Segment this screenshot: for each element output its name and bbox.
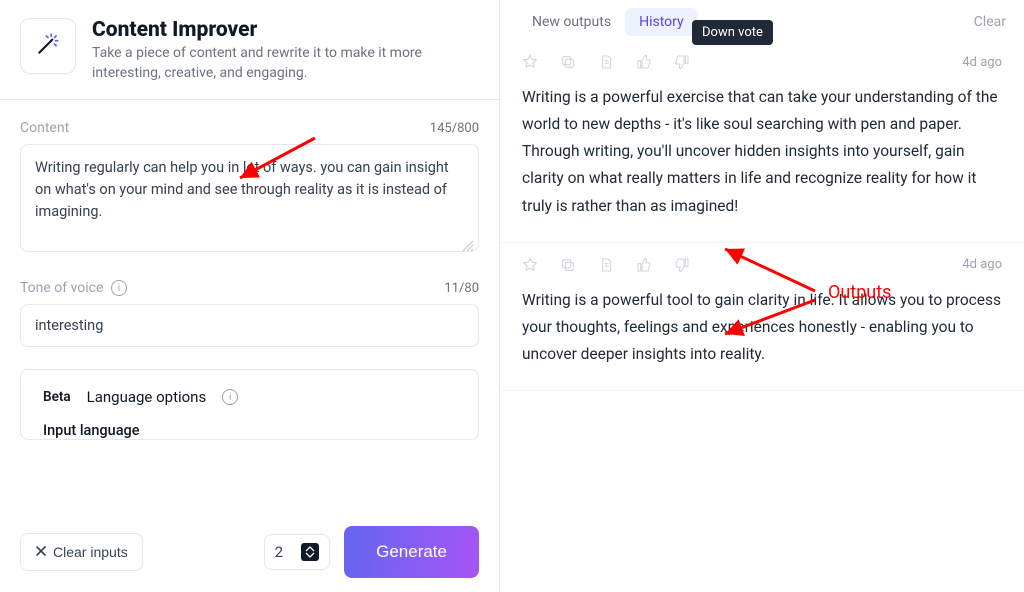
content-textarea[interactable] bbox=[20, 144, 479, 252]
star-icon[interactable] bbox=[522, 257, 538, 273]
tone-field-header: Tone of voice i 11/80 bbox=[20, 280, 479, 296]
language-options-label: Language options bbox=[87, 388, 207, 406]
star-icon[interactable] bbox=[522, 54, 538, 70]
content-field-header: Content 145/800 bbox=[20, 120, 479, 136]
tab-history[interactable]: History bbox=[625, 8, 698, 36]
outputs-list: 4d ago Writing is a powerful exercise th… bbox=[500, 40, 1024, 592]
thumbs-down-icon[interactable] bbox=[674, 257, 690, 273]
clear-inputs-label: Clear inputs bbox=[53, 544, 128, 560]
generate-button[interactable]: Generate bbox=[344, 526, 479, 578]
page-description: Take a piece of content and rewrite it t… bbox=[92, 44, 479, 83]
beta-badge: Beta bbox=[43, 389, 71, 405]
thumbs-up-icon[interactable] bbox=[636, 257, 652, 273]
output-item: 4d ago Writing is a powerful exercise th… bbox=[500, 40, 1024, 243]
stepper-icon[interactable] bbox=[301, 543, 319, 561]
right-panel: New outputs History Clear Down vote 4d a… bbox=[500, 0, 1024, 592]
tone-input[interactable] bbox=[20, 304, 479, 347]
output-count-value: 2 bbox=[275, 543, 283, 561]
output-time: 4d ago bbox=[962, 55, 1002, 70]
copy-icon[interactable] bbox=[560, 257, 576, 273]
tone-label: Tone of voice i bbox=[20, 280, 127, 296]
template-header: Content Improver Take a piece of content… bbox=[0, 0, 499, 100]
bottom-bar: Clear inputs 2 Generate bbox=[0, 512, 499, 592]
copy-icon[interactable] bbox=[560, 54, 576, 70]
output-count-stepper[interactable]: 2 bbox=[264, 534, 330, 570]
downvote-tooltip: Down vote bbox=[692, 20, 773, 45]
wand-icon bbox=[35, 31, 61, 61]
output-text: Writing is a powerful exercise that can … bbox=[522, 84, 1002, 220]
document-icon[interactable] bbox=[598, 54, 614, 70]
page-title: Content Improver bbox=[92, 18, 479, 42]
clear-outputs-button[interactable]: Clear bbox=[974, 14, 1006, 30]
tab-new-outputs[interactable]: New outputs bbox=[518, 8, 625, 36]
header-text: Content Improver Take a piece of content… bbox=[92, 18, 479, 83]
output-text: Writing is a powerful tool to gain clari… bbox=[522, 287, 1002, 368]
info-icon: i bbox=[222, 389, 238, 405]
close-icon bbox=[35, 544, 47, 560]
left-panel: Content Improver Take a piece of content… bbox=[0, 0, 500, 592]
output-time: 4d ago bbox=[962, 257, 1002, 272]
template-icon-box bbox=[20, 18, 76, 74]
thumbs-down-icon[interactable] bbox=[674, 54, 690, 70]
thumbs-up-icon[interactable] bbox=[636, 54, 652, 70]
clear-inputs-button[interactable]: Clear inputs bbox=[20, 533, 143, 571]
content-label: Content bbox=[20, 120, 69, 136]
language-options-box: Beta Language options i Input language bbox=[20, 369, 479, 440]
content-char-count: 145/800 bbox=[430, 121, 479, 136]
tone-char-count: 11/80 bbox=[444, 281, 479, 296]
document-icon[interactable] bbox=[598, 257, 614, 273]
info-icon: i bbox=[111, 280, 127, 296]
output-item: 4d ago Writing is a powerful tool to gai… bbox=[500, 243, 1024, 391]
input-language-label: Input language bbox=[43, 422, 456, 439]
